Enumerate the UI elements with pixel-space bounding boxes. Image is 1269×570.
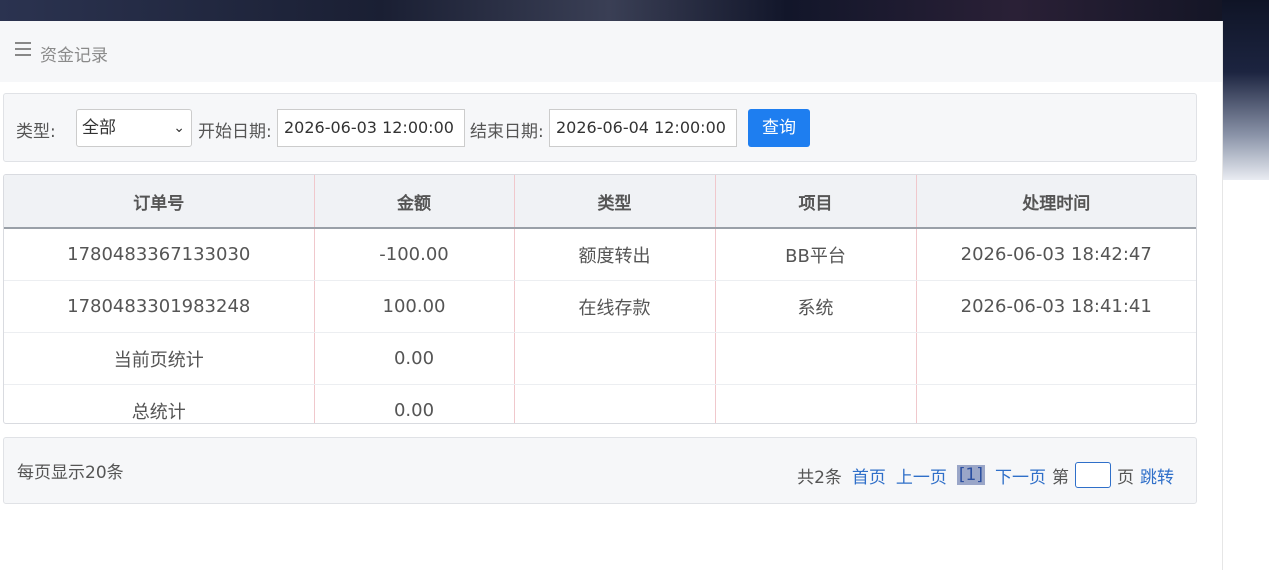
first-page-link[interactable]: 首页 bbox=[852, 463, 886, 488]
summary-empty bbox=[715, 332, 917, 385]
table-row: 1780483301983248 100.00 在线存款 系统 2026-06-… bbox=[4, 280, 1196, 333]
summary-empty bbox=[916, 385, 1196, 424]
background-right-blank bbox=[1222, 180, 1269, 570]
menu-icon[interactable] bbox=[15, 42, 31, 58]
prev-page-link[interactable]: 上一页 bbox=[896, 463, 947, 488]
col-time: 处理时间 bbox=[916, 175, 1196, 229]
start-date-input[interactable]: 2026-06-03 12:00:00 bbox=[277, 109, 465, 147]
table-header-row: 订单号 金额 类型 项目 处理时间 bbox=[4, 175, 1196, 229]
filter-bar: 类型: 全部 ⌄ 开始日期: 2026-06-03 12:00:00 结束日期:… bbox=[3, 93, 1197, 162]
goto-suffix: 页 bbox=[1117, 467, 1134, 488]
page-title: 资金记录 bbox=[40, 46, 108, 66]
background-banner bbox=[0, 0, 1269, 22]
summary-row-total: 总统计 0.00 bbox=[4, 384, 1196, 424]
type-label: 类型: bbox=[16, 122, 56, 142]
pagination-bar: 每页显示20条 共2条 首页 上一页 [1] 下一页 第 页 跳转 bbox=[3, 437, 1197, 504]
records-table: 订单号 金额 类型 项目 处理时间 1780483367133030 -100.… bbox=[3, 174, 1197, 424]
cell-type: 在线存款 bbox=[514, 280, 716, 333]
summary-amount: 0.00 bbox=[314, 384, 515, 423]
summary-row-page: 当前页统计 0.00 bbox=[4, 332, 1196, 385]
col-item: 项目 bbox=[715, 175, 917, 229]
col-amount: 金额 bbox=[314, 175, 515, 229]
cell-amount: -100.00 bbox=[314, 228, 515, 281]
cell-amount: 100.00 bbox=[314, 280, 515, 333]
summary-empty bbox=[916, 332, 1196, 385]
table-row: 1780483367133030 -100.00 额度转出 BB平台 2026-… bbox=[4, 228, 1196, 281]
cell-item: BB平台 bbox=[715, 228, 917, 281]
cell-item: 系统 bbox=[715, 280, 917, 333]
col-type: 类型 bbox=[514, 175, 716, 229]
cell-order-no: 1780483367133030 bbox=[4, 228, 315, 281]
type-select[interactable]: 全部 ⌄ bbox=[76, 109, 192, 147]
background-right-edge bbox=[1222, 0, 1269, 180]
type-select-value: 全部 bbox=[82, 118, 116, 138]
summary-empty bbox=[514, 332, 716, 385]
cell-order-no: 1780483301983248 bbox=[4, 280, 315, 333]
summary-amount: 0.00 bbox=[314, 332, 515, 385]
panel-header: 资金记录 bbox=[0, 21, 1222, 82]
pager: 共2条 首页 上一页 [1] 下一页 第 页 跳转 bbox=[797, 462, 1174, 488]
total-count: 共2条 bbox=[797, 467, 842, 488]
goto-prefix: 第 bbox=[1052, 467, 1069, 488]
query-button[interactable]: 查询 bbox=[748, 109, 810, 147]
end-date-input[interactable]: 2026-06-04 12:00:00 bbox=[549, 109, 737, 147]
summary-label: 当前页统计 bbox=[4, 332, 315, 385]
fund-records-panel: 资金记录 类型: 全部 ⌄ 开始日期: 2026-06-03 12:00:00 … bbox=[0, 21, 1223, 570]
cell-time: 2026-06-03 18:41:41 bbox=[916, 280, 1196, 333]
cell-time: 2026-06-03 18:42:47 bbox=[916, 228, 1196, 281]
col-order-no: 订单号 bbox=[4, 175, 315, 229]
summary-empty bbox=[715, 384, 917, 423]
summary-empty bbox=[514, 384, 716, 423]
cell-type: 额度转出 bbox=[514, 228, 716, 281]
goto-button[interactable]: 跳转 bbox=[1140, 463, 1174, 488]
per-page-text: 每页显示20条 bbox=[17, 463, 124, 483]
start-date-label: 开始日期: bbox=[198, 122, 272, 142]
chevron-down-icon: ⌄ bbox=[173, 120, 185, 136]
goto-page-input[interactable] bbox=[1075, 462, 1111, 488]
end-date-label: 结束日期: bbox=[470, 122, 544, 142]
current-page: [1] bbox=[956, 465, 985, 485]
next-page-link[interactable]: 下一页 bbox=[995, 463, 1046, 488]
summary-label: 总统计 bbox=[4, 384, 315, 423]
